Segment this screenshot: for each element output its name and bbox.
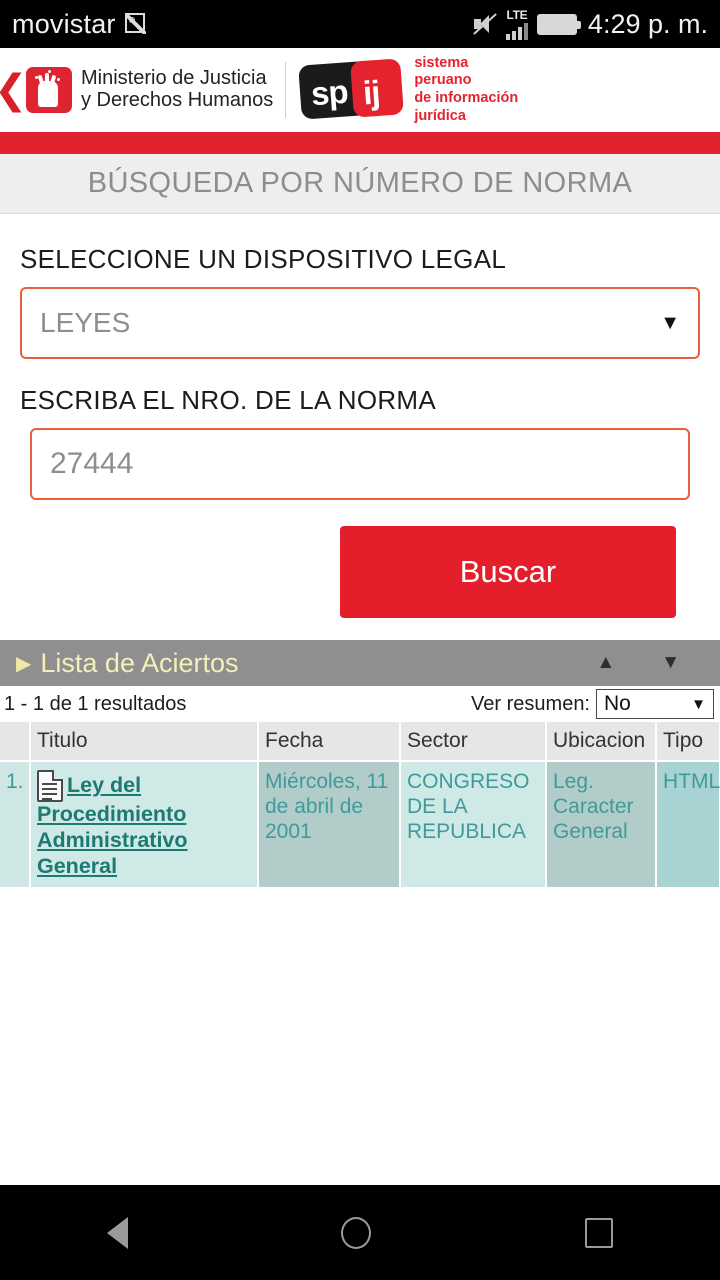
col-sector: Sector: [400, 722, 547, 762]
brand-header: ❮ Ministerio de Justicia y Derechos Huma…: [0, 48, 720, 132]
chevron-down-icon: ▼: [660, 311, 680, 334]
number-label: ESCRIBA EL NRO. DE LA NORMA: [20, 385, 437, 415]
col-tipo: Tipo: [656, 722, 720, 762]
page-title: BÚSQUEDA POR NÚMERO DE NORMA: [0, 154, 720, 214]
carrier-name: movistar: [12, 8, 146, 40]
table-row[interactable]: 1. Ley del Procedimiento Administrativo …: [0, 761, 720, 888]
results-scroll-controls: ▲ ▼: [596, 652, 704, 674]
chevron-down-icon: ▼: [691, 695, 706, 713]
summary-label: Ver resumen:: [471, 692, 590, 715]
signal-bars-icon: LTE: [505, 7, 528, 40]
legal-device-select[interactable]: LEYES ▼: [20, 287, 700, 359]
battery-icon: [536, 13, 581, 35]
android-nav-bar: [0, 1185, 720, 1280]
sim-photo-icon: [124, 13, 146, 35]
red-accent-rule: [0, 132, 720, 154]
spij-tagline: sistema peruano de información jurídica: [414, 55, 518, 126]
norma-number-input[interactable]: 27444: [30, 428, 690, 500]
scroll-up-icon[interactable]: ▲: [596, 652, 615, 674]
android-home-icon[interactable]: [341, 1216, 372, 1249]
scroll-down-icon[interactable]: ▼: [661, 652, 680, 674]
summary-select[interactable]: No ▼: [596, 689, 714, 719]
spij-mark-right: ij: [362, 73, 381, 112]
network-label: LTE: [506, 7, 528, 22]
search-button-row: Buscar: [20, 500, 700, 640]
col-number: [0, 722, 31, 762]
back-chevron-icon[interactable]: ❮: [0, 70, 28, 110]
carrier-label: movistar: [12, 8, 116, 39]
device-label: SELECCIONE UN DISPOSITIVO LEGAL: [20, 244, 507, 274]
spij-logo: sp ij sistema peruano de información jur…: [298, 55, 518, 126]
results-panel-title: Lista de Aciertos: [40, 647, 239, 678]
col-titulo: Titulo: [30, 722, 259, 762]
col-ubicacion: Ubicacion: [546, 722, 657, 762]
row-titulo[interactable]: Ley del Procedimiento Administrativo Gen…: [30, 761, 259, 888]
ministry-name: Ministerio de Justicia y Derechos Humano…: [81, 68, 273, 111]
ministry-line-2: y Derechos Humanos: [81, 89, 274, 111]
results-panel-header[interactable]: ▶ Lista de Aciertos ▲ ▼: [0, 640, 720, 686]
results-table: Titulo Fecha Sector Ubicacion Tipo 1. Le…: [0, 722, 720, 888]
status-bar: movistar LTE 4:29 p. m.: [0, 0, 720, 48]
document-icon: [37, 770, 63, 802]
legal-device-value: LEYES: [40, 307, 131, 338]
row-number: 1.: [0, 761, 31, 888]
results-meta-row: 1 - 1 de 1 resultados Ver resumen: No ▼: [0, 686, 720, 722]
search-button[interactable]: Buscar: [340, 526, 676, 618]
row-ubicacion: Leg. Caracter General: [546, 761, 657, 888]
results-count: 1 - 1 de 1 resultados: [4, 692, 187, 715]
android-back-icon[interactable]: [106, 1216, 128, 1249]
spij-mark-icon: sp ij: [298, 58, 410, 121]
row-tipo: HTML: [656, 761, 720, 888]
spij-line-3: de información: [414, 90, 519, 106]
spij-line-2: peruano: [414, 72, 472, 89]
summary-control: Ver resumen: No ▼: [471, 689, 714, 719]
col-fecha: Fecha: [258, 722, 401, 762]
summary-value: No: [604, 692, 631, 715]
spij-mark-left: sp: [310, 72, 350, 113]
row-sector: CONGRESO DE LA REPUBLICA: [400, 761, 547, 888]
app-screen: movistar LTE 4:29 p. m. ❮ Ministerio de …: [0, 0, 720, 1280]
status-clock: 4:29 p. m.: [587, 8, 708, 39]
norma-number-value: 27444: [50, 447, 134, 480]
ministry-hand-logo-icon: [26, 67, 72, 113]
content-filler: [0, 887, 720, 1185]
ministry-line-1: Ministerio de Justicia: [81, 67, 267, 90]
header-divider: [285, 62, 287, 118]
search-form: SELECCIONE UN DISPOSITIVO LEGAL LEYES ▼ …: [0, 214, 720, 640]
spij-line-4: jurídica: [414, 107, 466, 124]
spij-line-1: sistema: [414, 54, 469, 71]
android-recents-icon[interactable]: [585, 1217, 614, 1248]
expand-triangle-icon[interactable]: ▶: [16, 651, 31, 676]
row-fecha: Miércoles, 11 de abril de 2001: [258, 761, 401, 888]
volume-mute-icon: [471, 11, 497, 37]
table-header-row: Titulo Fecha Sector Ubicacion Tipo: [0, 722, 720, 762]
status-icons: LTE 4:29 p. m.: [471, 9, 708, 40]
